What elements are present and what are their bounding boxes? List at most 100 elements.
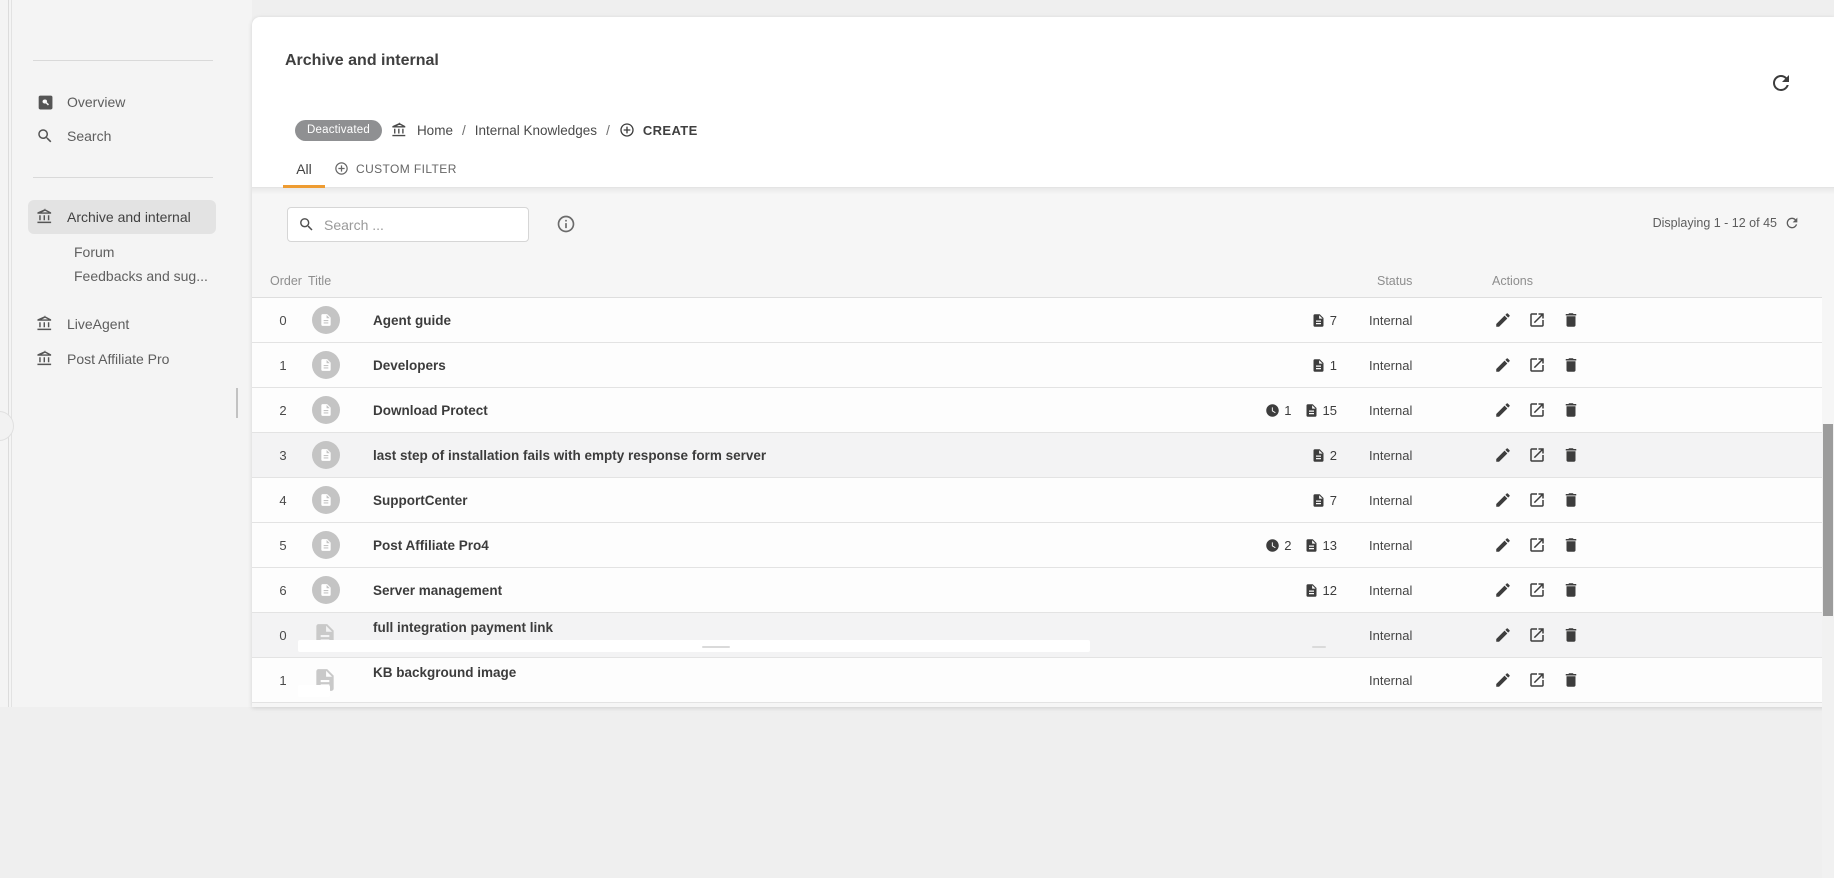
status-badge: Deactivated [295,120,382,141]
open-in-new-button[interactable] [1528,311,1546,329]
trash-icon [1562,491,1580,509]
open-in-new-button[interactable] [1528,491,1546,509]
open-in-new-button[interactable] [1528,536,1546,554]
open-in-new-button[interactable] [1528,671,1546,689]
row-status: Internal [1369,493,1484,508]
row-title[interactable]: Agent guide [357,313,1239,328]
pencil-icon [1494,356,1512,374]
sidebar-item-archive-and-internal[interactable]: Archive and internal [28,200,216,234]
delete-button[interactable] [1562,401,1580,419]
articles-badge: 12 [1304,583,1337,598]
row-title[interactable]: last step of installation fails with emp… [357,448,1239,463]
edit-button[interactable] [1494,446,1512,464]
table-row[interactable]: 4 SupportCenter 7 Internal [252,478,1822,523]
delete-button[interactable] [1562,446,1580,464]
info-button[interactable] [556,214,576,234]
table-row[interactable]: 5 Post Affiliate Pro4 2 13 Internal [252,523,1822,568]
sidebar-rail-divider-2 [11,0,12,707]
sidebar-item-liveagent[interactable]: LiveAgent [28,311,216,337]
articles-count: 1 [1330,358,1337,373]
article-avatar-icon [312,441,340,469]
row-title[interactable]: full integration payment link [357,620,1239,635]
sidebar-item-forum[interactable]: Forum [74,244,114,260]
file-icon [1311,313,1326,328]
row-actions [1484,671,1602,689]
sidebar-scrollbar-thumb[interactable] [236,388,238,418]
row-title[interactable]: Download Protect [357,403,1239,418]
edit-button[interactable] [1494,671,1512,689]
create-button[interactable]: CREATE [619,122,698,138]
row-title[interactable]: Post Affiliate Pro4 [357,538,1239,553]
row-title[interactable]: Server management [357,583,1239,598]
refresh-icon [1784,215,1800,231]
drafts-badge: 2 [1265,538,1291,553]
open-in-new-button[interactable] [1528,401,1546,419]
breadcrumb-home[interactable]: Home [417,123,453,138]
trash-icon [1562,446,1580,464]
edit-button[interactable] [1494,536,1512,554]
column-header-actions: Actions [1492,274,1533,288]
table-scrollbar[interactable] [1822,424,1834,878]
articles-count: 2 [1330,448,1337,463]
open-in-new-button[interactable] [1528,581,1546,599]
table-scrollbar-thumb[interactable] [1823,424,1833,616]
pencil-icon [1494,626,1512,644]
edit-button[interactable] [1494,356,1512,374]
sidebar-item-overview[interactable]: Overview [28,89,216,115]
breadcrumb-internal-knowledges[interactable]: Internal Knowledges [475,123,597,138]
search-icon [298,216,315,233]
edit-button[interactable] [1494,491,1512,509]
delete-button[interactable] [1562,356,1580,374]
sidebar: Overview Search Archive and internal For… [0,0,252,707]
column-header-status: Status [1377,274,1412,288]
refresh-list-button[interactable] [1784,215,1800,231]
main-panel: Archive and internal Deactivated Home / … [252,17,1834,707]
row-order: 2 [270,403,296,418]
edit-button[interactable] [1494,581,1512,599]
sidebar-item-post-affiliate-pro[interactable]: Post Affiliate Pro [28,346,216,372]
reload-button[interactable] [1769,70,1795,96]
articles-badge: 13 [1304,538,1337,553]
open-in-new-icon [1528,491,1546,509]
delete-button[interactable] [1562,536,1580,554]
redaction-artifact [1312,646,1326,648]
row-actions [1484,581,1602,599]
row-title[interactable]: Developers [357,358,1239,373]
tab-all[interactable]: All [283,150,325,187]
edit-button[interactable] [1494,401,1512,419]
row-status: Internal [1369,538,1484,553]
blurred-subtitle [298,685,330,697]
sidebar-item-label: Post Affiliate Pro [67,351,169,367]
tab-custom-filter[interactable]: CUSTOM FILTER [334,150,457,187]
row-order: 5 [270,538,296,553]
redaction-artifact [702,646,730,648]
delete-button[interactable] [1562,671,1580,689]
open-in-new-button[interactable] [1528,446,1546,464]
file-icon [1311,448,1326,463]
sidebar-item-search[interactable]: Search [28,123,216,149]
delete-button[interactable] [1562,626,1580,644]
table-row[interactable]: 1 Developers 1 Internal [252,343,1822,388]
articles-count: 13 [1323,538,1337,553]
tab-custom-filter-label: CUSTOM FILTER [356,162,457,176]
edit-button[interactable] [1494,311,1512,329]
table-row[interactable]: 3 last step of installation fails with e… [252,433,1822,478]
open-in-new-button[interactable] [1528,356,1546,374]
table-row[interactable]: 6 Server management 12 Internal [252,568,1822,613]
row-badges: 1 [1239,358,1337,373]
table-row[interactable]: 1 KB background image Internal [252,658,1822,703]
sidebar-item-feedbacks[interactable]: Feedbacks and sug... [74,268,208,284]
delete-button[interactable] [1562,581,1580,599]
article-avatar-icon [312,396,340,424]
open-in-new-button[interactable] [1528,626,1546,644]
delete-button[interactable] [1562,491,1580,509]
edit-button[interactable] [1494,626,1512,644]
table-row[interactable]: 2 Download Protect 1 15 Internal [252,388,1822,433]
delete-button[interactable] [1562,311,1580,329]
search-input[interactable] [324,217,518,233]
table-row[interactable]: 0 full integration payment link Internal [252,613,1822,658]
table-row[interactable]: 0 Agent guide 7 Internal [252,298,1822,343]
drafts-badge: 1 [1265,403,1291,418]
row-title[interactable]: KB background image [357,665,1239,680]
row-title[interactable]: SupportCenter [357,493,1239,508]
